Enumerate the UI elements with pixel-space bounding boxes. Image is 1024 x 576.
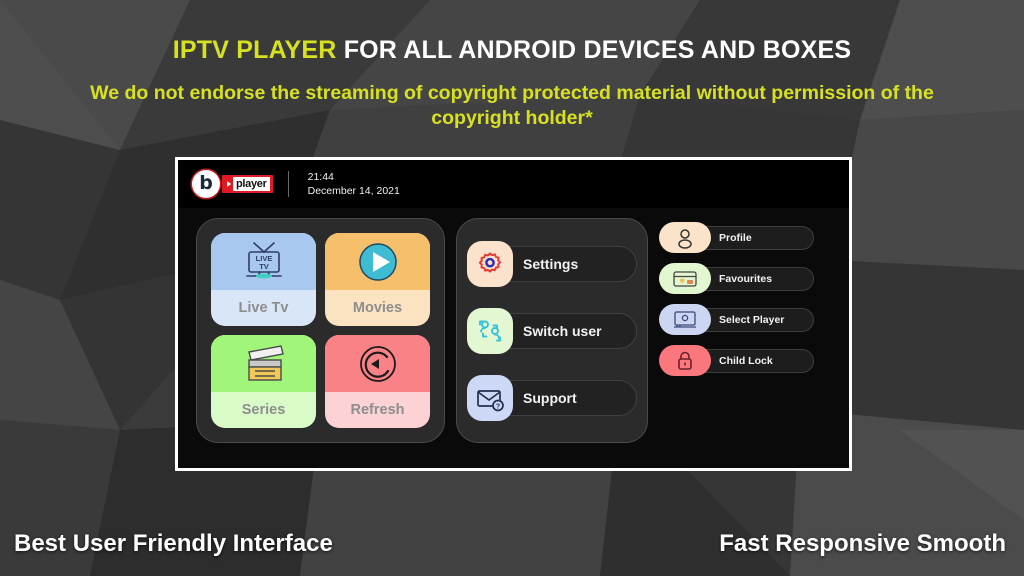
- side-item-child-lock[interactable]: Child Lock: [659, 345, 814, 376]
- person-icon: [659, 222, 711, 253]
- menu-item-support[interactable]: ? Support: [467, 374, 637, 422]
- tile-label: Series: [241, 402, 286, 419]
- disclaimer-text: We do not endorse the streaming of copyr…: [90, 82, 934, 129]
- menu-item-label: Settings: [523, 255, 579, 272]
- side-item-profile[interactable]: Profile: [659, 222, 814, 253]
- topbar-divider: [287, 171, 289, 197]
- padlock-icon: [659, 345, 711, 376]
- current-date: December 14, 2021: [307, 185, 400, 197]
- logo-circle-icon: b: [192, 170, 220, 198]
- card-icon: [659, 263, 711, 294]
- side-item-select-player[interactable]: Select Player: [659, 304, 814, 335]
- iptv-app-screen: b player 21:44 December 14, 2021 LIVE TV…: [178, 160, 849, 468]
- side-item-label: Select Player: [719, 313, 785, 326]
- menu-item-label: Switch user: [523, 322, 602, 339]
- svg-text:TV: TV: [259, 262, 269, 271]
- side-menu: Profile Favourites Select Player Child L…: [659, 218, 814, 376]
- refresh-circle-icon: [325, 335, 430, 393]
- tile-label: Live Tv: [238, 300, 289, 317]
- page-title: IPTV PLAYER FOR ALL ANDROID DEVICES AND …: [0, 36, 1024, 65]
- app-screenshot-frame: b player 21:44 December 14, 2021 LIVE TV…: [175, 157, 852, 471]
- tile-series[interactable]: Series: [211, 335, 316, 428]
- main-tiles-panel: LIVE TV Live Tv Movies Series Refresh: [196, 218, 445, 443]
- tile-movies[interactable]: Movies: [325, 233, 430, 326]
- menu-item-settings[interactable]: Settings: [467, 240, 637, 288]
- menu-item-label: Support: [523, 389, 577, 406]
- menu-item-switch-user[interactable]: Switch user: [467, 307, 637, 355]
- logo-letter: b: [199, 172, 213, 194]
- side-item-favourites[interactable]: Favourites: [659, 263, 814, 294]
- side-item-label: Child Lock: [719, 354, 773, 367]
- headline-block: IPTV PLAYER FOR ALL ANDROID DEVICES AND …: [0, 0, 1024, 131]
- envelope-help-icon: ?: [467, 374, 513, 421]
- tile-live-tv[interactable]: LIVE TV Live Tv: [211, 233, 316, 326]
- switch-user-icon: [467, 307, 513, 354]
- menu-panel: Settings Switch user ? Support: [456, 218, 648, 443]
- app-panels: LIVE TV Live Tv Movies Series Refresh Se…: [178, 208, 849, 468]
- play-triangle-icon: [227, 181, 231, 187]
- svg-text:?: ?: [496, 403, 500, 410]
- tile-label: Movies: [352, 300, 403, 317]
- player-badge: player: [222, 175, 273, 193]
- tile-refresh[interactable]: Refresh: [325, 335, 430, 428]
- tile-label: Refresh: [350, 402, 405, 419]
- current-time: 21:44: [307, 171, 334, 183]
- side-item-label: Profile: [719, 231, 752, 244]
- gear-icon: [467, 240, 513, 287]
- app-topbar: b player 21:44 December 14, 2021: [178, 160, 849, 208]
- side-item-label: Favourites: [719, 272, 773, 285]
- clock-block: 21:44 December 14, 2021: [308, 170, 400, 198]
- footer-right-text: Fast Responsive Smooth: [719, 530, 1006, 557]
- clapperboard-icon: [211, 335, 316, 393]
- play-circle-icon: [325, 233, 430, 291]
- headline-rest: FOR ALL ANDROID DEVICES AND BOXES: [336, 36, 852, 64]
- footer-banner: Best User Friendly Interface Fast Respon…: [0, 506, 1024, 576]
- footer-left-text: Best User Friendly Interface: [14, 530, 333, 557]
- player-badge-label: player: [233, 177, 270, 191]
- app-logo: b player: [192, 170, 273, 198]
- brand-name: IPTV PLAYER: [172, 36, 337, 64]
- monitor-icon: [659, 304, 711, 335]
- live-tv-icon: LIVE TV: [211, 233, 316, 291]
